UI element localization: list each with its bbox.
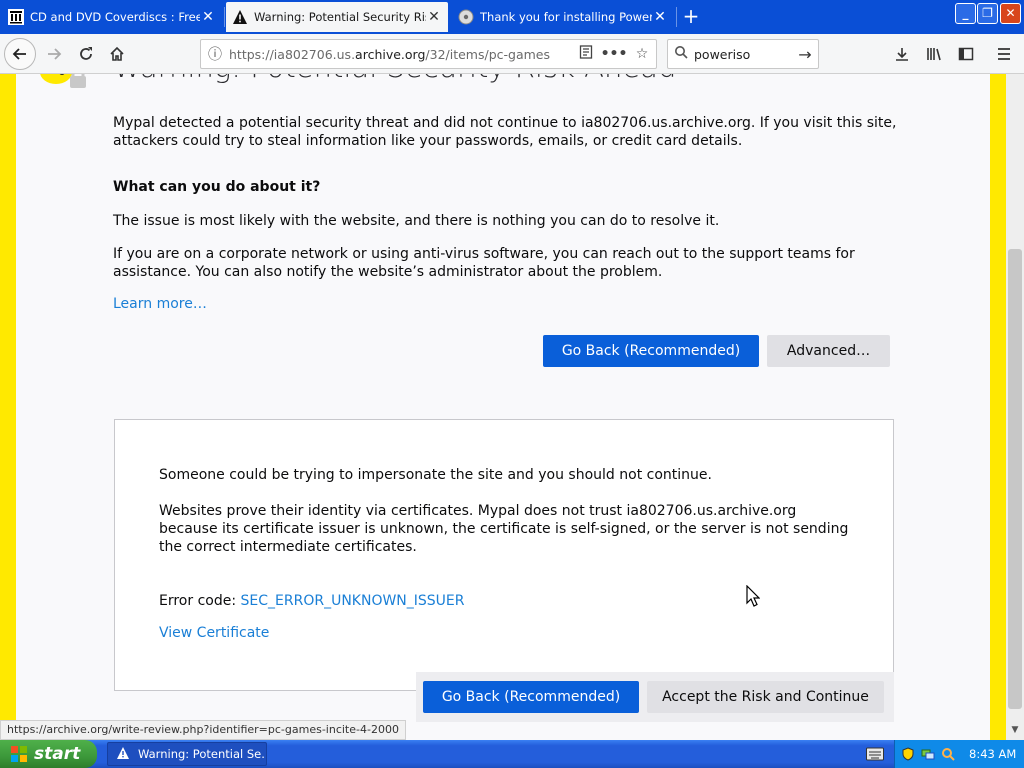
info-icon[interactable]: ⓘ bbox=[201, 44, 229, 64]
start-label: start bbox=[34, 744, 81, 764]
system-tray: 8:43 AM bbox=[894, 740, 1024, 768]
warning-stripe-right bbox=[990, 74, 1006, 740]
page-actions-icon[interactable]: ••• bbox=[600, 46, 628, 62]
new-tab-button[interactable]: + bbox=[680, 4, 702, 28]
learn-more-link[interactable]: Learn more… bbox=[113, 296, 207, 312]
security-warning-illustration-icon bbox=[40, 74, 96, 98]
search-icon bbox=[668, 45, 694, 63]
tab-label: Warning: Potential Security Risk A bbox=[254, 10, 426, 24]
browser-window-icon bbox=[116, 746, 132, 762]
hamburger-menu-icon bbox=[998, 48, 1010, 60]
taskbar-item-browser[interactable]: Warning: Potential Se... bbox=[107, 742, 267, 766]
page-content: ▼ Warning: Potential Security Risk Ahead… bbox=[0, 74, 1024, 740]
advanced-panel: Someone could be trying to impersonate t… bbox=[114, 419, 894, 691]
scroll-down-arrow-icon[interactable]: ▼ bbox=[1006, 720, 1024, 740]
scrollbar-thumb[interactable] bbox=[1008, 249, 1022, 709]
poweriso-disc-icon bbox=[458, 9, 474, 25]
maximize-button[interactable]: ❐ bbox=[977, 3, 998, 24]
taskbar-item-label: Warning: Potential Se... bbox=[138, 747, 267, 761]
back-button[interactable] bbox=[4, 38, 36, 70]
go-back-button-advanced[interactable]: Go Back (Recommended) bbox=[423, 681, 639, 713]
tab-label: CD and DVD Coverdiscs : Free Te bbox=[30, 10, 200, 24]
navigation-toolbar: ⓘ https://ia802706.us.archive.org/32/ite… bbox=[0, 34, 1024, 74]
corporate-network-text: If you are on a corporate network or usi… bbox=[113, 246, 855, 280]
minimize-button[interactable]: _ bbox=[955, 3, 976, 24]
shield-icon[interactable] bbox=[901, 747, 915, 761]
library-icon bbox=[927, 48, 941, 61]
close-tab-icon[interactable]: ✕ bbox=[200, 9, 216, 25]
windows-taskbar: start Warning: Potential Se... 8:43 AM bbox=[0, 740, 1024, 768]
view-certificate-link[interactable]: View Certificate bbox=[159, 625, 269, 641]
forward-button[interactable] bbox=[40, 40, 68, 68]
advanced-button[interactable]: Advanced… bbox=[767, 335, 890, 367]
menu-button[interactable] bbox=[990, 40, 1018, 68]
close-tab-icon[interactable]: ✕ bbox=[426, 9, 442, 25]
bookmark-star-icon[interactable]: ☆ bbox=[628, 46, 656, 62]
keyboard-icon[interactable] bbox=[866, 747, 884, 761]
reader-view-icon[interactable] bbox=[572, 45, 600, 63]
home-button[interactable] bbox=[103, 40, 131, 68]
tab-poweriso[interactable]: Thank you for installing PowerISO! ✕ bbox=[452, 2, 674, 32]
page-title: Warning: Potential Security Risk Ahead bbox=[113, 74, 676, 84]
url-bar[interactable]: ⓘ https://ia802706.us.archive.org/32/ite… bbox=[200, 39, 657, 69]
warning-triangle-icon bbox=[232, 9, 248, 25]
tab-coverdiscs[interactable]: CD and DVD Coverdiscs : Free Te ✕ bbox=[2, 2, 222, 32]
search-bar[interactable]: → bbox=[667, 39, 819, 69]
url-text[interactable]: https://ia802706.us.archive.org/32/items… bbox=[229, 47, 572, 62]
status-bar-url: https://archive.org/write-review.php?ide… bbox=[0, 720, 406, 740]
close-window-button[interactable]: ✕ bbox=[1000, 3, 1021, 24]
forward-arrow-icon bbox=[48, 48, 62, 60]
go-back-button[interactable]: Go Back (Recommended) bbox=[543, 335, 759, 367]
advanced-panel-footer: Go Back (Recommended) Accept the Risk an… bbox=[416, 672, 894, 722]
downloads-button[interactable] bbox=[888, 40, 916, 68]
sidebar-icon bbox=[958, 47, 974, 61]
close-tab-icon[interactable]: ✕ bbox=[652, 9, 668, 25]
issue-text: The issue is most likely with the websit… bbox=[113, 213, 720, 229]
start-button[interactable]: start bbox=[0, 740, 97, 768]
certificate-explanation-text: Websites prove their identity via certif… bbox=[159, 503, 849, 555]
back-arrow-icon bbox=[12, 48, 26, 60]
search-go-icon[interactable]: → bbox=[792, 45, 818, 64]
search-tray-icon[interactable] bbox=[941, 747, 955, 761]
tab-separator bbox=[676, 7, 677, 27]
windows-flag-icon bbox=[10, 745, 28, 763]
tab-label: Thank you for installing PowerISO! bbox=[480, 10, 652, 24]
tab-security-warning[interactable]: Warning: Potential Security Risk A ✕ bbox=[226, 2, 448, 32]
warning-stripe-left bbox=[0, 74, 16, 740]
error-code-label: Error code: bbox=[159, 593, 241, 609]
error-code-link[interactable]: SEC_ERROR_UNKNOWN_ISSUER bbox=[241, 593, 465, 609]
reload-button[interactable] bbox=[72, 40, 100, 68]
mouse-cursor-icon bbox=[746, 585, 760, 607]
library-button[interactable] bbox=[920, 40, 948, 68]
what-can-you-do-heading: What can you do about it? bbox=[113, 179, 321, 195]
archive-icon bbox=[8, 9, 24, 25]
accept-risk-button[interactable]: Accept the Risk and Continue bbox=[647, 681, 884, 713]
vertical-scrollbar[interactable]: ▼ bbox=[1006, 74, 1024, 740]
tab-strip: CD and DVD Coverdiscs : Free Te ✕ Warnin… bbox=[0, 0, 1024, 34]
download-icon bbox=[896, 48, 908, 61]
intro-text: Mypal detected a potential security thre… bbox=[113, 115, 897, 149]
sidebar-button[interactable] bbox=[952, 40, 980, 68]
impersonate-text: Someone could be trying to impersonate t… bbox=[159, 467, 712, 483]
reload-icon bbox=[80, 47, 92, 60]
home-icon bbox=[110, 46, 124, 61]
tab-separator bbox=[224, 7, 225, 27]
network-icon[interactable] bbox=[921, 747, 935, 761]
clock: 8:43 AM bbox=[969, 747, 1017, 761]
search-input[interactable] bbox=[694, 46, 792, 62]
